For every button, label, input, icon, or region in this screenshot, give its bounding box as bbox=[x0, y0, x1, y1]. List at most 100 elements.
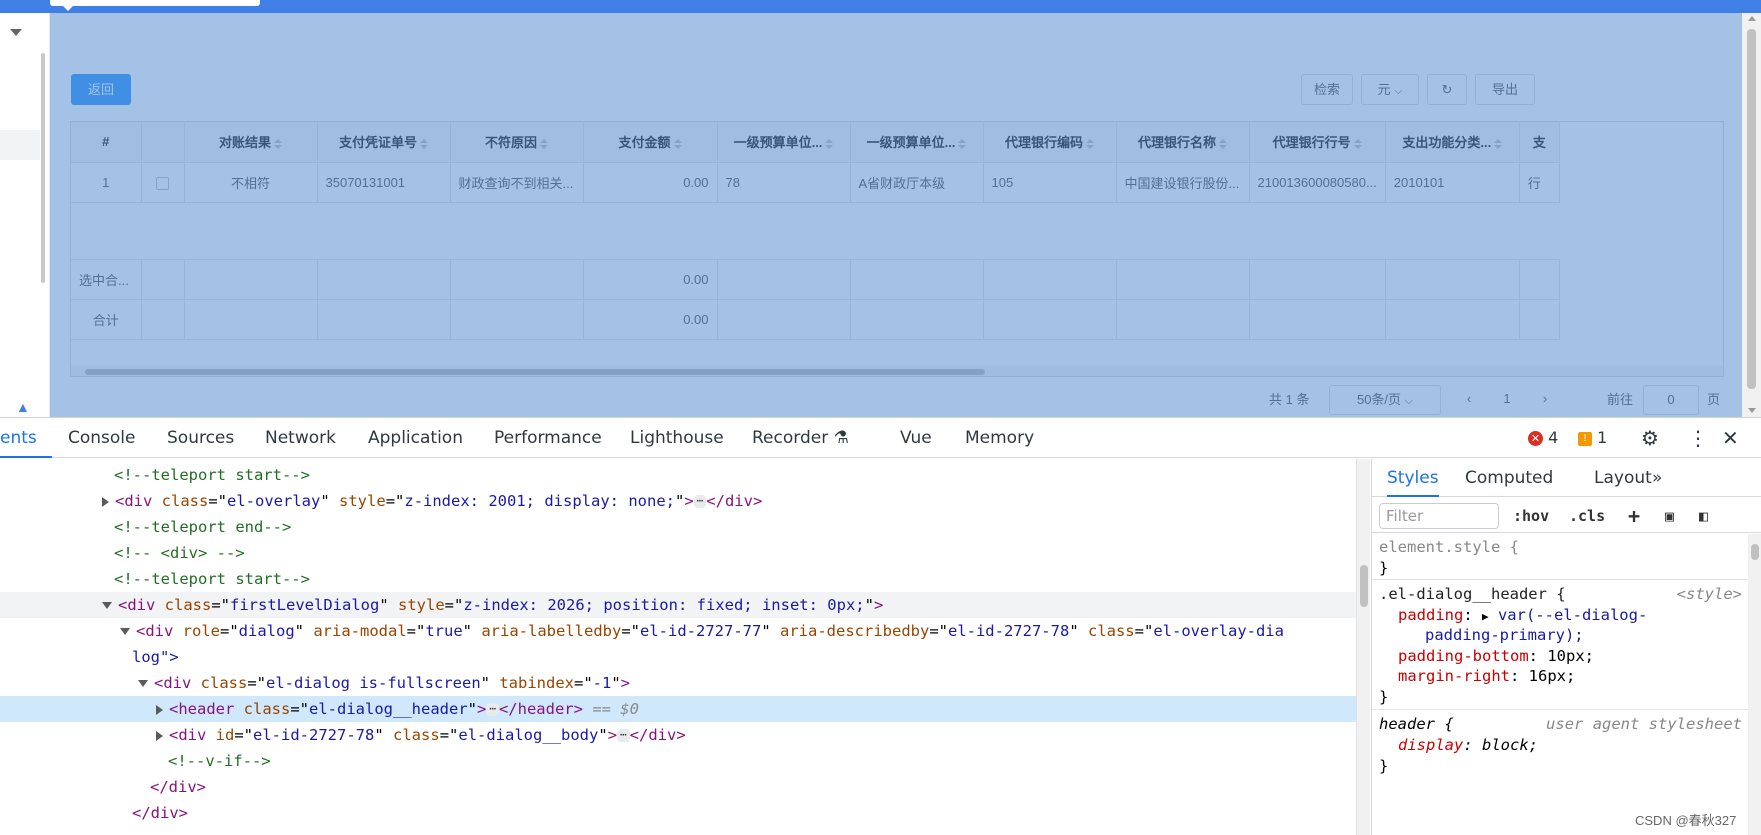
tab-memory[interactable]: Memory bbox=[965, 418, 1034, 458]
gear-icon[interactable]: ⚙ bbox=[1641, 418, 1659, 458]
sort-icon[interactable] bbox=[420, 139, 428, 149]
scrollbar-thumb[interactable] bbox=[1747, 29, 1756, 389]
dom-node-line[interactable]: <!--teleport start--> bbox=[0, 566, 1356, 592]
warning-counter[interactable]: ! 1 bbox=[1578, 418, 1607, 458]
error-counter[interactable]: ✕ 4 bbox=[1528, 418, 1558, 458]
scrollbar-thumb[interactable] bbox=[1751, 544, 1759, 560]
column-header[interactable]: 支付凭证单号 bbox=[317, 122, 451, 163]
expand-arrow-icon[interactable]: ▶ bbox=[1482, 610, 1489, 623]
tab-styles[interactable]: Styles bbox=[1387, 459, 1439, 497]
page-scrollbar[interactable] bbox=[1742, 13, 1761, 417]
search-button[interactable]: 检索 bbox=[1301, 74, 1353, 105]
column-header[interactable]: 代理银行编码 bbox=[983, 122, 1117, 163]
next-page-button[interactable]: › bbox=[1530, 385, 1560, 415]
dom-node-line[interactable]: <!--teleport end--> bbox=[0, 514, 1356, 540]
style-declaration[interactable]: padding-bottom: 10px; bbox=[1398, 646, 1594, 667]
column-header[interactable]: 一级预算单位... bbox=[850, 122, 984, 163]
elements-scrollbar[interactable] bbox=[1356, 459, 1370, 835]
style-declaration[interactable]: padding: ▶ var(--el-dialog- bbox=[1398, 605, 1647, 626]
dom-node-line[interactable]: <!-- <div> --> bbox=[0, 540, 1356, 566]
tab-lighthouse[interactable]: Lighthouse bbox=[630, 418, 724, 458]
sort-icon[interactable] bbox=[958, 139, 966, 149]
column-header[interactable]: 代理银行行号 bbox=[1249, 122, 1386, 163]
dom-node-line[interactable]: <div class="el-overlay" style="z-index: … bbox=[0, 488, 1356, 514]
rule-selector[interactable]: element.style { bbox=[1379, 537, 1519, 558]
expand-arrow-icon[interactable] bbox=[102, 496, 109, 507]
sort-icon[interactable] bbox=[1494, 139, 1502, 149]
sort-icon[interactable] bbox=[540, 139, 548, 149]
class-toggle-button[interactable]: .cls bbox=[1569, 503, 1605, 529]
tab-elements[interactable]: ents bbox=[0, 418, 52, 458]
more-menu-icon[interactable]: ⋮ bbox=[1688, 418, 1708, 458]
sort-icon[interactable] bbox=[274, 139, 282, 149]
tab-layout[interactable]: Layout bbox=[1594, 459, 1652, 497]
tab-console[interactable]: Console bbox=[68, 418, 136, 458]
page-size-select[interactable]: 50条/页 ⌵ bbox=[1329, 385, 1441, 415]
column-header[interactable]: 支付金额 bbox=[583, 122, 718, 163]
more-tabs-icon[interactable]: » bbox=[1652, 459, 1662, 497]
table-horizontal-scrollbar[interactable] bbox=[71, 366, 1723, 376]
dom-node-line[interactable]: <div class="el-dialog is-fullscreen" tab… bbox=[0, 670, 1356, 696]
ellipsis-icon[interactable]: ⋯ bbox=[617, 729, 630, 742]
hover-state-button[interactable]: :hov bbox=[1513, 503, 1549, 529]
goto-page-input[interactable]: 0 bbox=[1643, 385, 1699, 415]
dom-node-line-selected[interactable]: <header class="el-dialog__header"> ⋯ </hea… bbox=[0, 696, 1356, 722]
scroll-down-icon[interactable] bbox=[1748, 408, 1756, 413]
ellipsis-icon[interactable]: ⋯ bbox=[486, 703, 499, 716]
collapse-arrow-icon[interactable] bbox=[102, 602, 112, 609]
rule-selector[interactable]: header { bbox=[1379, 714, 1454, 735]
tab-sources[interactable]: Sources bbox=[167, 418, 234, 458]
unit-select[interactable]: 元 ⌵ bbox=[1361, 74, 1419, 105]
back-button[interactable]: 返回 bbox=[71, 74, 131, 105]
sort-icon[interactable] bbox=[1219, 139, 1227, 149]
table-row[interactable]: 1 不相符 35070131001 财政查询不到相关... 0.00 78 A省… bbox=[71, 162, 1560, 203]
tab-application[interactable]: Application bbox=[368, 418, 463, 458]
column-header[interactable]: 对账结果 bbox=[184, 122, 318, 163]
scrollbar-thumb[interactable] bbox=[85, 369, 985, 375]
dom-node-line[interactable]: <div role="dialog" aria-modal="true" ari… bbox=[0, 618, 1356, 644]
current-page[interactable]: 1 bbox=[1492, 385, 1522, 415]
expand-arrow-icon[interactable] bbox=[156, 704, 163, 715]
rule-source[interactable]: <style> bbox=[1677, 584, 1742, 605]
dom-node-line[interactable]: <div class="firstLevelDialog" style="z-i… bbox=[0, 592, 1356, 618]
sort-icon[interactable] bbox=[1354, 139, 1362, 149]
column-header[interactable]: 支出功能分类... bbox=[1385, 122, 1520, 163]
collapse-arrow-icon[interactable] bbox=[138, 680, 148, 687]
collapse-icon[interactable] bbox=[10, 29, 22, 36]
dom-node-line[interactable]: log"> bbox=[0, 644, 1356, 670]
prev-page-button[interactable]: ‹ bbox=[1454, 385, 1484, 415]
expand-arrow-icon[interactable] bbox=[156, 730, 163, 741]
export-button[interactable]: 导出 bbox=[1475, 74, 1535, 105]
column-header[interactable]: 一级预算单位... bbox=[717, 122, 851, 163]
toggle-sidebar-icon[interactable]: ◧ bbox=[1699, 503, 1708, 529]
sidebar-scrollbar[interactable] bbox=[41, 53, 45, 283]
dom-node-line[interactable]: <div id="el-id-2727-78" class="el-dialog… bbox=[0, 722, 1356, 748]
style-declaration[interactable]: margin-right: 16px; bbox=[1398, 666, 1575, 687]
add-rule-icon[interactable]: + bbox=[1628, 503, 1640, 529]
sort-icon[interactable] bbox=[825, 139, 833, 149]
row-checkbox[interactable] bbox=[156, 176, 169, 190]
tab-vue[interactable]: Vue bbox=[900, 418, 932, 458]
tab-computed[interactable]: Computed bbox=[1465, 459, 1553, 497]
styles-filter-input[interactable]: Filter bbox=[1379, 503, 1499, 529]
tab-performance[interactable]: Performance bbox=[494, 418, 602, 458]
tab-recorder[interactable]: Recorder ⚗ bbox=[752, 418, 849, 458]
sort-icon[interactable] bbox=[1086, 139, 1094, 149]
styles-scrollbar[interactable] bbox=[1748, 534, 1761, 835]
paint-brush-icon[interactable]: ▣ bbox=[1665, 503, 1674, 529]
refresh-button[interactable]: ↻ bbox=[1427, 74, 1467, 105]
dom-node-line[interactable]: <!--v-if--> bbox=[0, 748, 1356, 774]
collapse-arrow-icon[interactable] bbox=[120, 628, 130, 635]
dom-node-line[interactable]: </div> bbox=[0, 774, 1356, 800]
pin-icon[interactable]: ▲ bbox=[16, 399, 30, 415]
sort-icon[interactable] bbox=[674, 139, 682, 149]
rule-selector[interactable]: .el-dialog__header { bbox=[1379, 584, 1566, 605]
ellipsis-icon[interactable]: ⋯ bbox=[693, 495, 707, 508]
column-header[interactable]: 不符原因 bbox=[450, 122, 584, 163]
column-header[interactable]: 代理银行名称 bbox=[1116, 122, 1250, 163]
scroll-up-icon[interactable] bbox=[1748, 16, 1756, 21]
dom-node-line[interactable]: </div> bbox=[0, 800, 1356, 826]
tab-network[interactable]: Network bbox=[265, 418, 336, 458]
close-icon[interactable]: ✕ bbox=[1722, 418, 1739, 458]
scrollbar-thumb[interactable] bbox=[1360, 565, 1368, 607]
